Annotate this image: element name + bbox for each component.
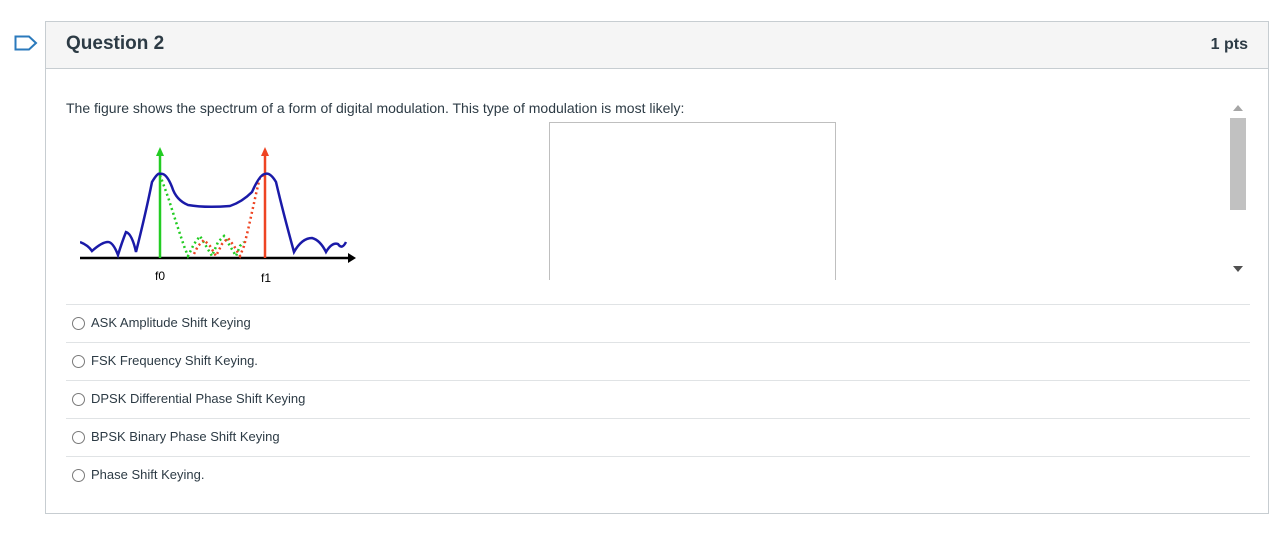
answer-option-dpsk[interactable]: DPSK Differential Phase Shift Keying — [66, 380, 1250, 418]
answer-list: ASK Amplitude Shift Keying FSK Frequency… — [66, 304, 1250, 494]
question-title: Question 2 — [66, 33, 165, 54]
f0-carrier-arrow — [156, 147, 164, 156]
answer-option-bpsk[interactable]: BPSK Binary Phase Shift Keying — [66, 418, 1250, 456]
radio-icon[interactable] — [72, 355, 85, 368]
scroll-thumb[interactable] — [1230, 118, 1246, 210]
radio-icon[interactable] — [72, 469, 85, 482]
scroll-down-arrow-icon[interactable] — [1233, 266, 1243, 272]
radio-icon[interactable] — [72, 393, 85, 406]
answer-label: FSK Frequency Shift Keying. — [91, 353, 258, 368]
answer-option-psk[interactable]: Phase Shift Keying. — [66, 456, 1250, 494]
question-points: 1 pts — [1210, 36, 1248, 53]
f1-label: f1 — [261, 271, 271, 285]
scroll-up-arrow-icon[interactable] — [1233, 105, 1243, 111]
embedded-frame — [549, 122, 836, 280]
bookmark-flag-icon[interactable] — [14, 35, 38, 51]
spectrum-envelope — [80, 172, 348, 259]
f0-label: f0 — [155, 269, 165, 283]
radio-icon[interactable] — [72, 317, 85, 330]
radio-icon[interactable] — [72, 431, 85, 444]
answer-label: Phase Shift Keying. — [91, 467, 205, 482]
question-prompt: The figure shows the spectrum of a form … — [66, 100, 685, 116]
question-card: Question 2 1 pts The figure shows the sp… — [45, 21, 1269, 514]
axis-arrow — [348, 253, 356, 263]
answer-label: BPSK Binary Phase Shift Keying — [91, 429, 280, 444]
spectrum-figure: f0 f1 — [80, 147, 356, 285]
question-header: Question 2 1 pts — [46, 22, 1268, 69]
answer-label: DPSK Differential Phase Shift Keying — [91, 391, 306, 406]
answer-option-fsk[interactable]: FSK Frequency Shift Keying. — [66, 342, 1250, 380]
answer-label: ASK Amplitude Shift Keying — [91, 315, 251, 330]
answer-option-ask[interactable]: ASK Amplitude Shift Keying — [66, 304, 1250, 342]
scrollbar[interactable] — [1228, 98, 1248, 280]
f1-carrier-arrow — [261, 147, 269, 156]
